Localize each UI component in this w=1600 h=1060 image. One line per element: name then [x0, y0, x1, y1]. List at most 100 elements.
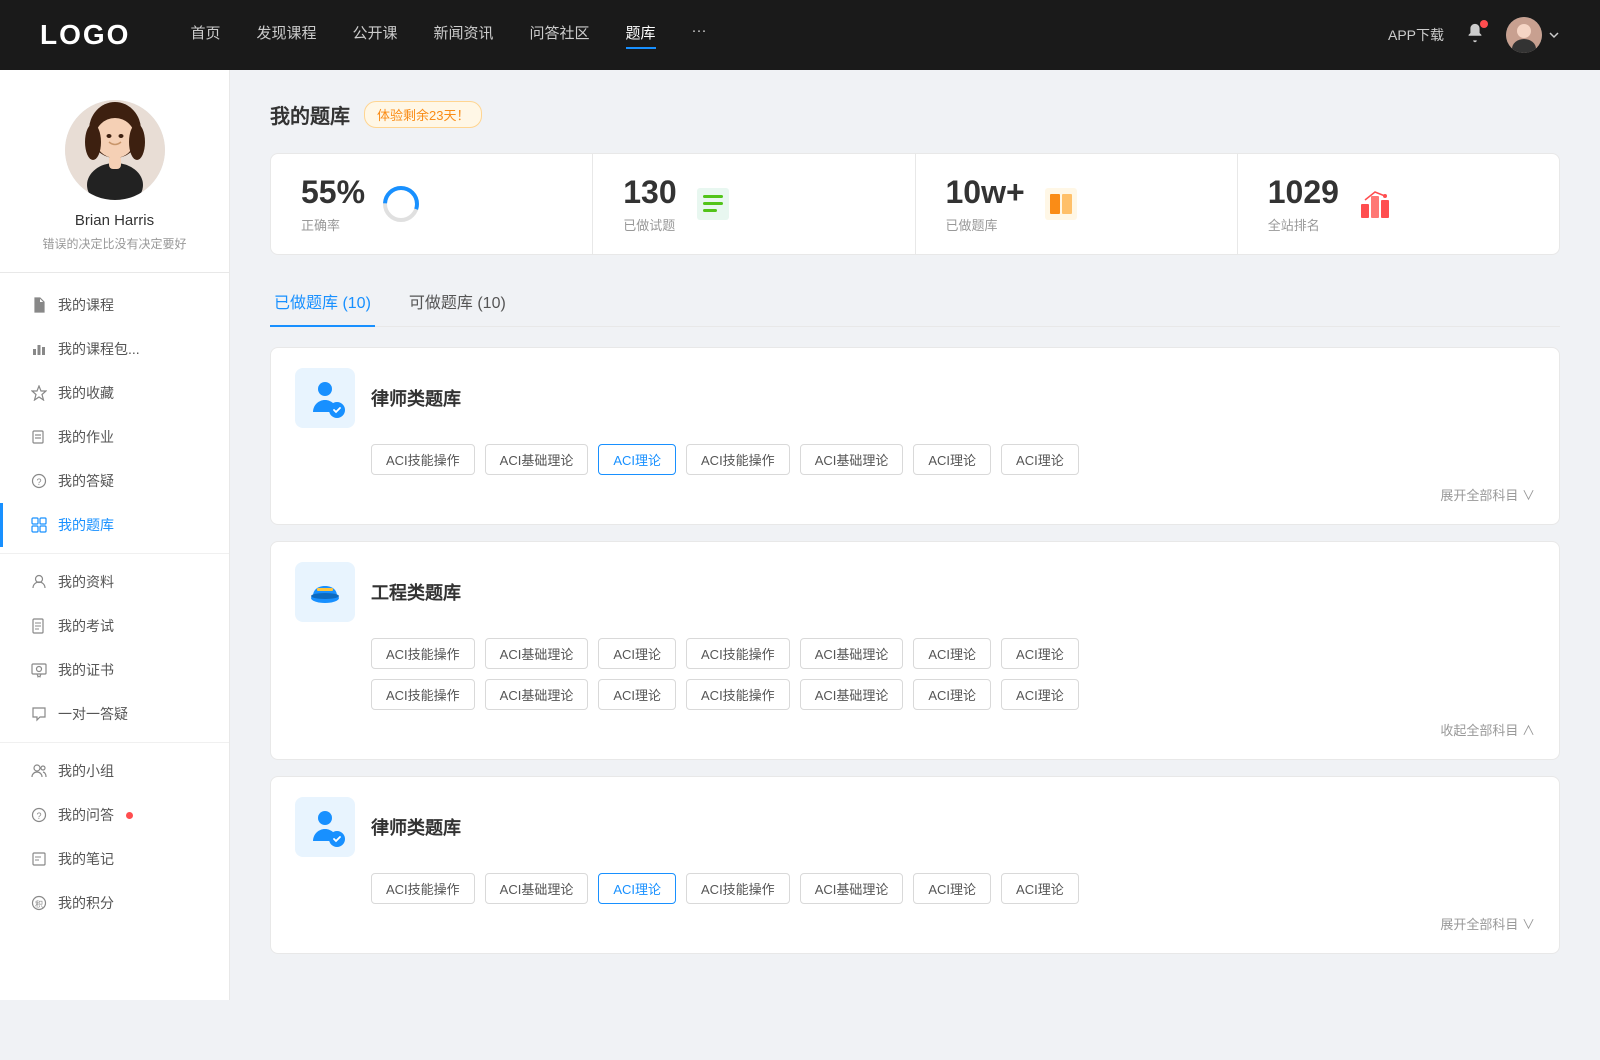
tag-2a-2[interactable]: ACI理论: [598, 638, 676, 669]
profile-section: Brian Harris 错误的决定比没有决定要好: [0, 100, 229, 273]
sidebar-item-cert[interactable]: 我的证书: [0, 648, 229, 692]
sidebar-item-favorites[interactable]: 我的收藏: [0, 371, 229, 415]
nav-more[interactable]: ···: [692, 22, 707, 49]
star-icon: [30, 384, 48, 402]
tag-3-4[interactable]: ACI基础理论: [800, 873, 904, 904]
sidebar-item-exam[interactable]: 我的考试: [0, 604, 229, 648]
tab-done[interactable]: 已做题库 (10): [270, 279, 375, 327]
sidebar-menu: 我的课程 我的课程包... 我的收藏 我的作业: [0, 283, 229, 925]
avatar-image: [1506, 17, 1542, 53]
tag-2b-6[interactable]: ACI理论: [1001, 679, 1079, 710]
sidebar-item-quizbank[interactable]: 我的题库: [0, 503, 229, 547]
sidebar-label-notes: 我的笔记: [58, 849, 114, 869]
nav-quizbank[interactable]: 题库: [626, 22, 656, 49]
tabs-row: 已做题库 (10) 可做题库 (10): [270, 279, 1560, 327]
stats-row: 55% 正确率 130 已做试题: [270, 153, 1560, 255]
stat-banks-value: 10w+: [946, 174, 1025, 211]
sidebar-item-1on1[interactable]: 一对一答疑: [0, 692, 229, 736]
expand-link-2[interactable]: 收起全部科目 ∧: [295, 720, 1535, 739]
chevron-down-icon: [1548, 29, 1560, 41]
nav-opencourse[interactable]: 公开课: [352, 22, 397, 49]
quiz-title-2: 工程类题库: [371, 579, 461, 605]
tag-3-1[interactable]: ACI基础理论: [485, 873, 589, 904]
trial-badge: 体验剩余23天！: [364, 101, 482, 128]
tag-3-2[interactable]: ACI理论: [598, 873, 676, 904]
user-avatar-nav[interactable]: [1506, 17, 1560, 53]
sidebar-item-group[interactable]: 我的小组: [0, 749, 229, 793]
tag-2b-2[interactable]: ACI理论: [598, 679, 676, 710]
nav-home[interactable]: 首页: [190, 22, 220, 49]
doc-icon: [30, 617, 48, 635]
stat-rank-label: 全站排名: [1268, 215, 1339, 234]
notification-bell[interactable]: [1464, 22, 1486, 49]
sidebar-item-homework[interactable]: 我的作业: [0, 415, 229, 459]
quiz-card-engineer: 工程类题库 ACI技能操作 ACI基础理论 ACI理论 ACI技能操作 ACI基…: [270, 541, 1560, 760]
tag-1-2[interactable]: ACI理论: [598, 444, 676, 475]
sidebar-item-course[interactable]: 我的课程: [0, 283, 229, 327]
tag-1-1[interactable]: ACI基础理论: [485, 444, 589, 475]
note-icon: [30, 850, 48, 868]
grid-icon: [30, 516, 48, 534]
stat-banks: 10w+ 已做题库: [916, 154, 1238, 254]
nav-discover[interactable]: 发现课程: [256, 22, 316, 49]
sidebar-label-group: 我的小组: [58, 761, 114, 781]
tag-2a-3[interactable]: ACI技能操作: [686, 638, 790, 669]
sidebar-label-1on1: 一对一答疑: [58, 704, 128, 724]
sidebar-item-notes[interactable]: 我的笔记: [0, 837, 229, 881]
main-layout: Brian Harris 错误的决定比没有决定要好 我的课程 我的课程包...: [0, 70, 1600, 1000]
sidebar-label-qa: 我的答疑: [58, 471, 114, 491]
pie-chart-icon: [381, 184, 421, 224]
nav-news[interactable]: 新闻资讯: [434, 22, 494, 49]
quiz-card-header-3: 律师类题库: [295, 797, 1535, 857]
logo: LOGO: [40, 19, 130, 51]
sidebar: Brian Harris 错误的决定比没有决定要好 我的课程 我的课程包...: [0, 70, 230, 1000]
expand-link-1[interactable]: 展开全部科目 ∨: [295, 485, 1535, 504]
tab-available[interactable]: 可做题库 (10): [405, 279, 510, 327]
stat-questions-value: 130: [623, 174, 676, 211]
nav-qa[interactable]: 问答社区: [530, 22, 590, 49]
myqa-red-dot: [126, 812, 133, 819]
tag-2b-4[interactable]: ACI基础理论: [800, 679, 904, 710]
tag-2a-5[interactable]: ACI理论: [913, 638, 991, 669]
divider-1: [0, 553, 229, 554]
sidebar-item-profile[interactable]: 我的资料: [0, 560, 229, 604]
tag-2b-3[interactable]: ACI技能操作: [686, 679, 790, 710]
tags-row-3: ACI技能操作 ACI基础理论 ACI理论 ACI技能操作 ACI基础理论 AC…: [295, 873, 1535, 904]
tag-3-5[interactable]: ACI理论: [913, 873, 991, 904]
tag-1-4[interactable]: ACI基础理论: [800, 444, 904, 475]
sidebar-label-profile: 我的资料: [58, 572, 114, 592]
tag-2b-0[interactable]: ACI技能操作: [371, 679, 475, 710]
tag-1-5[interactable]: ACI理论: [913, 444, 991, 475]
tag-2a-0[interactable]: ACI技能操作: [371, 638, 475, 669]
sidebar-item-qa[interactable]: ? 我的答疑: [0, 459, 229, 503]
tag-3-0[interactable]: ACI技能操作: [371, 873, 475, 904]
sidebar-item-myqa[interactable]: ? 我的问答: [0, 793, 229, 837]
tags-row-2b: ACI技能操作 ACI基础理论 ACI理论 ACI技能操作 ACI基础理论 AC…: [295, 679, 1535, 710]
tag-2a-1[interactable]: ACI基础理论: [485, 638, 589, 669]
stat-rank-value: 1029: [1268, 174, 1339, 211]
stat-accuracy-value: 55%: [301, 174, 365, 211]
main-content: 我的题库 体验剩余23天！ 55% 正确率: [230, 70, 1600, 1000]
tag-1-3[interactable]: ACI技能操作: [686, 444, 790, 475]
barchart-icon: [30, 340, 48, 358]
nav-menu: 首页 发现课程 公开课 新闻资讯 问答社区 题库 ···: [190, 22, 1388, 49]
sidebar-item-coursepack[interactable]: 我的课程包...: [0, 327, 229, 371]
tags-row-2a: ACI技能操作 ACI基础理论 ACI理论 ACI技能操作 ACI基础理论 AC…: [295, 638, 1535, 669]
qanda-icon: ?: [30, 806, 48, 824]
quiz-card-header-1: 律师类题库: [295, 368, 1535, 428]
tag-1-0[interactable]: ACI技能操作: [371, 444, 475, 475]
app-download-link[interactable]: APP下载: [1388, 25, 1444, 45]
expand-link-3[interactable]: 展开全部科目 ∨: [295, 914, 1535, 933]
tag-3-3[interactable]: ACI技能操作: [686, 873, 790, 904]
tag-2b-1[interactable]: ACI基础理论: [485, 679, 589, 710]
tag-2a-6[interactable]: ACI理论: [1001, 638, 1079, 669]
profile-motto: 错误的决定比没有决定要好: [20, 235, 209, 252]
tag-3-6[interactable]: ACI理论: [1001, 873, 1079, 904]
sidebar-label-myqa: 我的问答: [58, 805, 114, 825]
tag-1-6[interactable]: ACI理论: [1001, 444, 1079, 475]
sidebar-item-points[interactable]: 积 我的积分: [0, 881, 229, 925]
tag-2b-5[interactable]: ACI理论: [913, 679, 991, 710]
group-icon: [30, 762, 48, 780]
stat-accuracy-content: 55% 正确率: [301, 174, 365, 234]
tag-2a-4[interactable]: ACI基础理论: [800, 638, 904, 669]
